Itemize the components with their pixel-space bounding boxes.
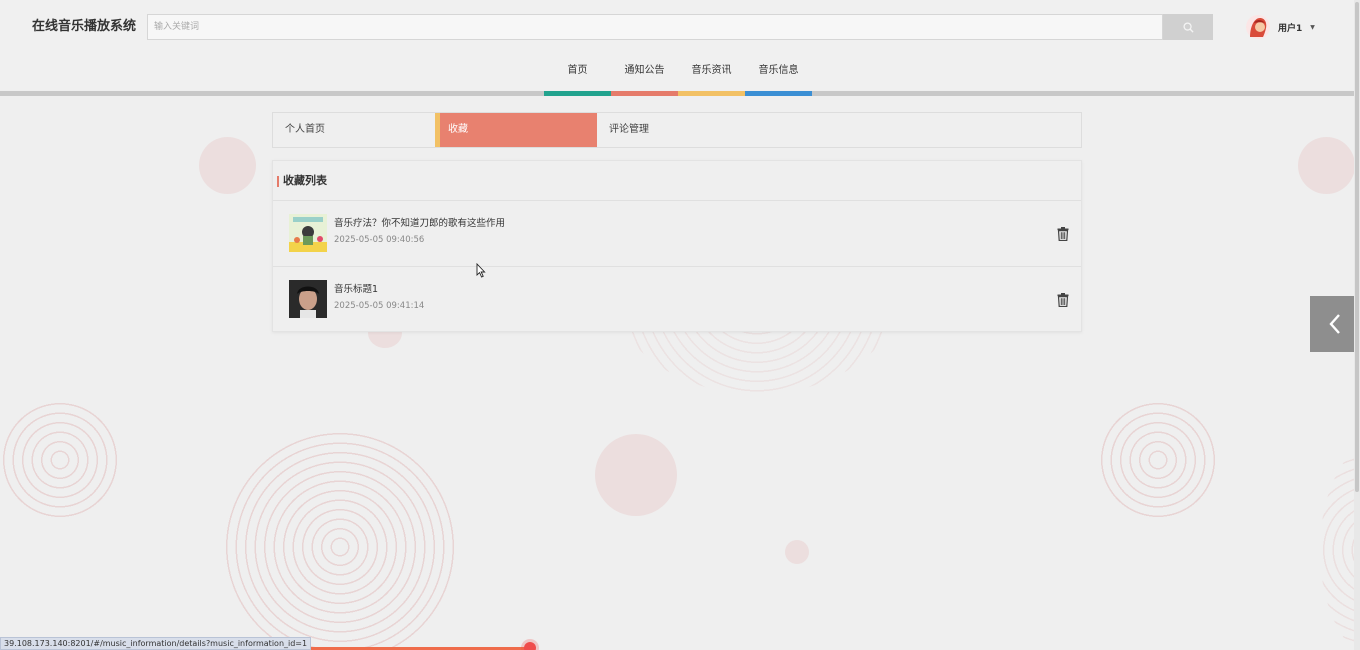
mouse-cursor-icon [476,263,486,278]
search-input[interactable] [147,14,1163,40]
nav-item-notices[interactable]: 通知公告 [611,58,678,96]
item-title[interactable]: 音乐标题1 [334,281,378,295]
nav-item-music-news[interactable]: 音乐资讯 [678,58,745,96]
avatar-icon [1246,15,1270,39]
list-item[interactable]: 音乐疗法？你不知道刀郎的歌有这些作用 2025-05-05 09:40:56 [273,201,1081,267]
caret-down-icon: ▼ [1310,23,1315,31]
main-nav: 首页 通知公告 音乐资讯 音乐信息 [0,58,1360,96]
list-item[interactable]: 音乐标题1 2025-05-05 09:41:14 [273,267,1081,333]
status-bar-url: 39.108.173.140:8201/#/music_information/… [0,637,312,650]
item-title[interactable]: 音乐疗法？你不知道刀郎的歌有这些作用 [334,215,505,229]
nav-underline [611,91,678,96]
tab-profile-home[interactable]: 个人首页 [273,113,435,147]
favorites-panel: 收藏列表 音乐疗法？你不知道刀郎的歌有这些作用 2025-05-05 09:40… [272,160,1082,332]
nav-item-label: 通知公告 [624,65,665,76]
tab-comment-management[interactable]: 评论管理 [597,113,759,147]
nav-underline [544,91,611,96]
nav-item-label: 首页 [567,65,588,76]
chevron-left-icon [1329,314,1340,334]
thumbnail-image [289,280,327,318]
delete-button[interactable] [1057,226,1069,242]
nav-item-music-info[interactable]: 音乐信息 [745,58,812,96]
trash-icon [1057,227,1069,242]
nav-item-home[interactable]: 首页 [544,58,611,96]
nav-underline [745,91,812,96]
delete-button[interactable] [1057,292,1069,308]
tab-favorites[interactable]: 收藏 [435,113,597,147]
search-button[interactable] [1163,14,1213,40]
side-panel-toggle[interactable] [1310,296,1360,352]
nav-underline [678,91,745,96]
profile-tabs: 个人首页 收藏 评论管理 [272,112,1082,148]
favorites-title: 收藏列表 [273,161,1081,201]
nav-item-label: 音乐信息 [758,65,799,76]
player-progress-handle[interactable] [524,642,536,650]
item-timestamp: 2025-05-05 09:41:14 [334,301,425,311]
app-title: 在线音乐播放系统 [32,19,137,34]
trash-icon [1057,293,1069,308]
user-menu[interactable]: 用户1 ▼ [1246,14,1315,40]
scrollbar-thumb[interactable] [1355,2,1359,492]
thumbnail-image [289,214,327,252]
search-icon [1182,21,1194,33]
user-name: 用户1 [1278,23,1303,34]
nav-item-label: 音乐资讯 [691,65,732,76]
item-timestamp: 2025-05-05 09:40:56 [334,235,425,245]
